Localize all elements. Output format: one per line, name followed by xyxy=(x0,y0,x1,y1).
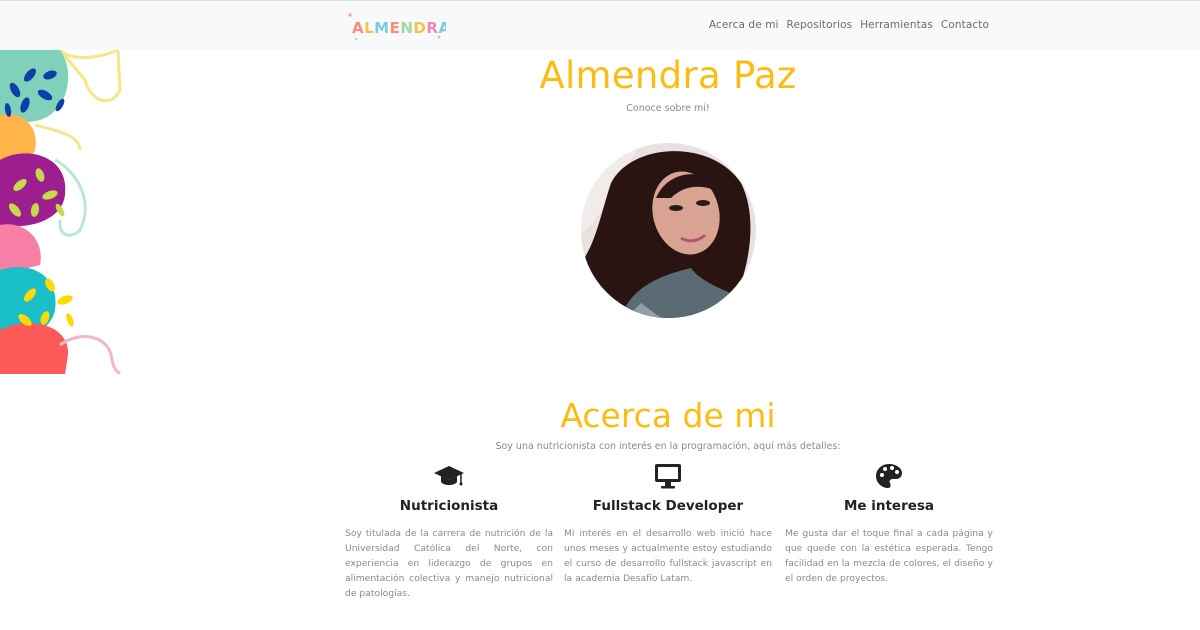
nav-link-acerca[interactable]: Acerca de mi xyxy=(709,19,779,31)
graduation-cap-icon xyxy=(434,466,464,486)
desktop-icon xyxy=(655,464,681,489)
about-card-fullstack: Fullstack Developer Mi interés en el des… xyxy=(564,462,772,586)
about-card-text: Mi interés en el desarrollo web inició h… xyxy=(564,528,772,584)
hero-subtitle: Conoce sobre mi! xyxy=(626,103,710,114)
about-card-text: Soy titulada de la carrera de nutrición … xyxy=(345,528,553,599)
nav-link-herramientas[interactable]: Herramientas xyxy=(860,19,933,31)
about-subtitle: Soy una nutricionista con interés en la … xyxy=(495,441,841,452)
nav-links: Acerca de mi Repositorios Herramientas C… xyxy=(709,19,989,31)
nav-link-repositorios[interactable]: Repositorios xyxy=(787,19,853,31)
navbar: ALMENDRA Acerca de mi Repositorios Herra… xyxy=(0,0,1200,50)
palette-icon xyxy=(876,464,902,488)
hero-title: Almendra Paz xyxy=(539,54,797,97)
about-title: Acerca de mi xyxy=(560,396,776,435)
decorative-shapes xyxy=(0,50,122,374)
brand-logo[interactable]: ALMENDRA xyxy=(346,11,446,43)
about-card-title: Me interesa xyxy=(843,498,935,514)
about-card-text: Me gusta dar el toque final a cada págin… xyxy=(785,528,993,584)
svg-text:ALMENDRA: ALMENDRA xyxy=(352,19,446,37)
about-card-title: Fullstack Developer xyxy=(592,498,744,514)
about-card-interes: Me interesa Me gusta dar el toque final … xyxy=(785,462,993,586)
about-card-nutricionista: Nutricionista Soy titulada de la carrera… xyxy=(345,462,553,601)
nav-link-contacto[interactable]: Contacto xyxy=(941,19,989,31)
profile-photo xyxy=(581,143,756,318)
about-card-title: Nutricionista xyxy=(399,498,499,514)
